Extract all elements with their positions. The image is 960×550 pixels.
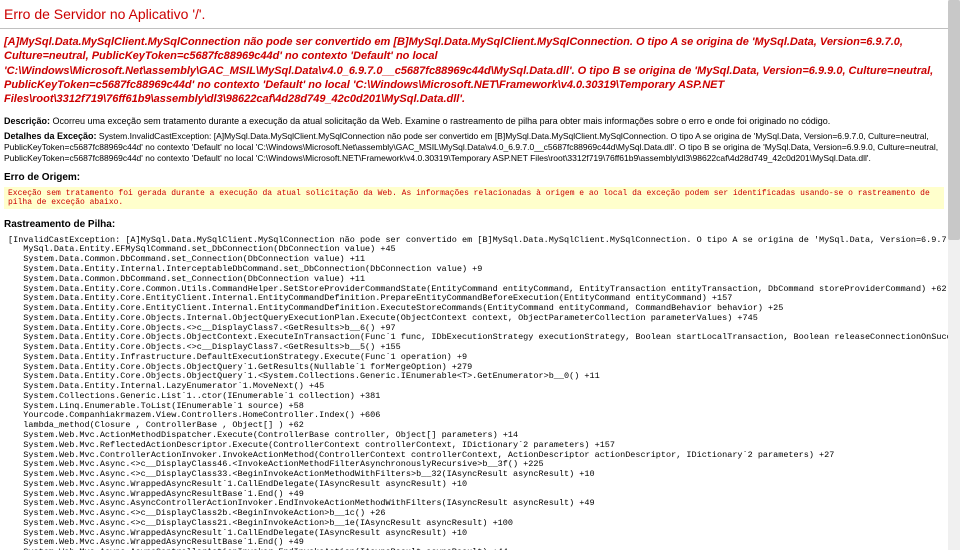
exception-details-label: Detalhes da Exceção: bbox=[4, 131, 97, 141]
description-label: Descrição: bbox=[4, 116, 50, 126]
description-text: Ocorreu uma exceção sem tratamento duran… bbox=[50, 116, 830, 126]
divider bbox=[0, 28, 948, 29]
scrollbar-track[interactable] bbox=[948, 0, 960, 550]
source-error-text: Exceção sem tratamento foi gerada durant… bbox=[8, 189, 940, 207]
stack-trace-text: [InvalidCastException: [A]MySql.Data.MyS… bbox=[8, 236, 940, 550]
exception-message: [A]MySql.Data.MySqlClient.MySqlConnectio… bbox=[0, 35, 948, 114]
exception-details-section: Detalhes da Exceção: System.InvalidCastE… bbox=[0, 129, 948, 165]
scrollbar-thumb[interactable] bbox=[948, 0, 960, 240]
source-error-box: Exceção sem tratamento foi gerada durant… bbox=[4, 187, 944, 209]
exception-details-text: System.InvalidCastException: [A]MySql.Da… bbox=[4, 131, 938, 163]
stack-trace-header: Rastreamento de Pilha: bbox=[0, 213, 948, 232]
page-title: Erro de Servidor no Aplicativo '/'. bbox=[0, 0, 948, 26]
description-section: Descrição: Ocorreu uma exceção sem trata… bbox=[0, 114, 948, 129]
source-error-header: Erro de Origem: bbox=[0, 166, 948, 185]
stack-trace-box: [InvalidCastException: [A]MySql.Data.MyS… bbox=[4, 234, 944, 550]
